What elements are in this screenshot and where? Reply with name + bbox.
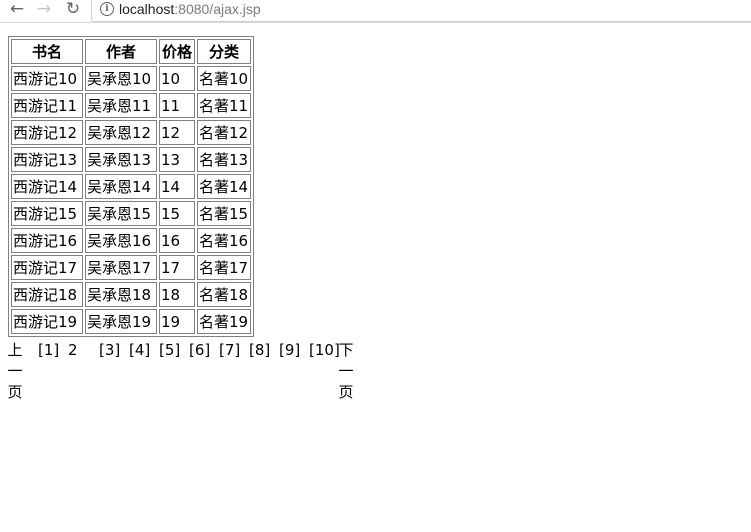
cell-book-name: 西游记16 [11,228,83,253]
prev-page-link[interactable]: 上一页 [7,340,23,403]
table-row: 西游记16 吴承恩16 16 名著16 [11,228,251,253]
page-link-7[interactable]: [7] [219,340,240,360]
books-table: 书名 作者 价格 分类 西游记10 吴承恩10 10 名著10 西游记11 吴承… [8,36,254,337]
page-link-1[interactable]: [1] [38,340,59,360]
header-author: 作者 [85,39,157,64]
cell-author: 吴承恩17 [85,255,157,280]
url-host: localhost [119,1,175,17]
page-link-6[interactable]: [6] [189,340,210,360]
cell-book-name: 西游记17 [11,255,83,280]
cell-book-name: 西游记15 [11,201,83,226]
cell-author: 吴承恩14 [85,174,157,199]
cell-category: 名著14 [197,174,251,199]
cell-author: 吴承恩11 [85,93,157,118]
cell-price: 15 [159,201,195,226]
cell-category: 名著19 [197,309,251,334]
table-row: 西游记15 吴承恩15 15 名著15 [11,201,251,226]
cell-price: 10 [159,66,195,91]
header-price: 价格 [159,39,195,64]
cell-author: 吴承恩12 [85,120,157,145]
browser-toolbar: ← → ↻ i localhost:8080/ajax.jsp [0,0,751,23]
next-page-link[interactable]: 下一页 [338,340,354,403]
page-link-9[interactable]: [9] [279,340,300,360]
cell-price: 13 [159,147,195,172]
url-text[interactable]: localhost:8080/ajax.jsp [119,0,261,18]
table-row: 西游记12 吴承恩12 12 名著12 [11,120,251,145]
cell-price: 18 [159,282,195,307]
cell-author: 吴承恩19 [85,309,157,334]
page-link-4[interactable]: [4] [129,340,150,360]
cell-book-name: 西游记19 [11,309,83,334]
cell-book-name: 西游记13 [11,147,83,172]
cell-category: 名著17 [197,255,251,280]
address-bar[interactable]: i localhost:8080/ajax.jsp [91,0,751,22]
cell-category: 名著15 [197,201,251,226]
cell-category: 名著11 [197,93,251,118]
reload-icon[interactable]: ↻ [62,0,84,20]
cell-author: 吴承恩15 [85,201,157,226]
cell-category: 名著10 [197,66,251,91]
arrow-left-icon[interactable]: ← [6,0,28,20]
cell-author: 吴承恩18 [85,282,157,307]
cell-category: 名著16 [197,228,251,253]
page-link-10[interactable]: [10] [309,340,340,360]
cell-author: 吴承恩16 [85,228,157,253]
cell-price: 19 [159,309,195,334]
cell-price: 17 [159,255,195,280]
current-page: 2 [68,341,78,359]
table-row: 西游记18 吴承恩18 18 名著18 [11,282,251,307]
cell-price: 14 [159,174,195,199]
cell-category: 名著13 [197,147,251,172]
page-content: 书名 作者 价格 分类 西游记10 吴承恩10 10 名著10 西游记11 吴承… [8,36,254,337]
cell-book-name: 西游记14 [11,174,83,199]
arrow-right-icon[interactable]: → [33,0,55,20]
table-row: 西游记11 吴承恩11 11 名著11 [11,93,251,118]
info-icon[interactable]: i [100,2,114,16]
table-row: 西游记10 吴承恩10 10 名著10 [11,66,251,91]
cell-category: 名著18 [197,282,251,307]
cell-category: 名著12 [197,120,251,145]
cell-book-name: 西游记12 [11,120,83,145]
table-row: 西游记17 吴承恩17 17 名著17 [11,255,251,280]
page-link-5[interactable]: [5] [159,340,180,360]
page-link-8[interactable]: [8] [249,340,270,360]
table-row: 西游记14 吴承恩14 14 名著14 [11,174,251,199]
header-book-name: 书名 [11,39,83,64]
cell-book-name: 西游记18 [11,282,83,307]
url-path: :8080/ajax.jsp [174,1,261,17]
cell-author: 吴承恩13 [85,147,157,172]
table-header-row: 书名 作者 价格 分类 [11,39,251,64]
cell-book-name: 西游记11 [11,93,83,118]
page-link-3[interactable]: [3] [99,340,120,360]
table-row: 西游记13 吴承恩13 13 名著13 [11,147,251,172]
cell-price: 12 [159,120,195,145]
cell-author: 吴承恩10 [85,66,157,91]
cell-price: 11 [159,93,195,118]
cell-book-name: 西游记10 [11,66,83,91]
header-category: 分类 [197,39,251,64]
cell-price: 16 [159,228,195,253]
table-row: 西游记19 吴承恩19 19 名著19 [11,309,251,334]
